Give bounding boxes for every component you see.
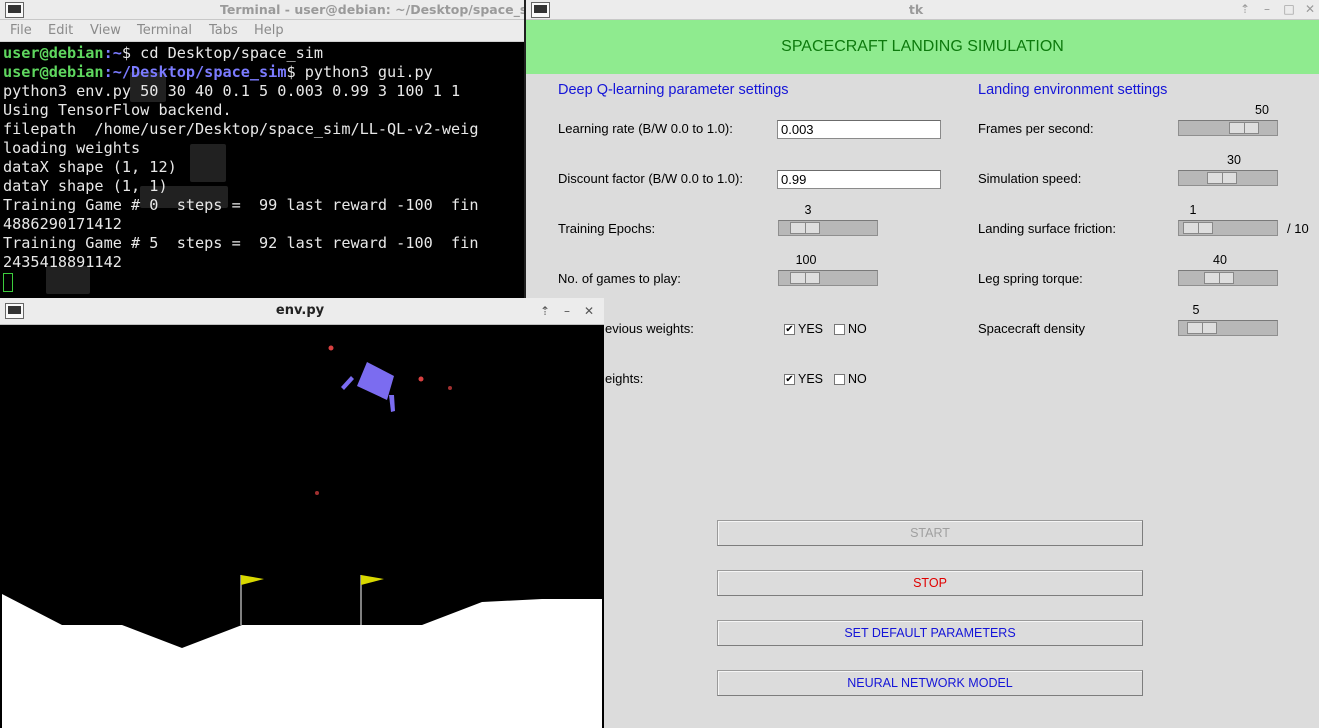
exhaust-particle	[418, 376, 424, 382]
terminal-line: python3 env.py 50 30 40 0.1 5 0.003 0.99…	[3, 82, 461, 100]
terminal-line: dataY shape (1, 1)	[3, 177, 168, 195]
exhaust-particle	[315, 491, 319, 495]
terminal-line: Using TensorFlow backend.	[3, 101, 232, 119]
menu-terminal[interactable]: Terminal	[137, 23, 192, 38]
simulation-speed-label: Simulation speed:	[978, 171, 1082, 186]
spacecraft-density-label: Spacecraft density	[978, 321, 1085, 336]
save-weights-no-checkbox[interactable]	[834, 374, 845, 385]
dql-settings-heading: Deep Q-learning parameter settings	[558, 82, 789, 98]
set-default-parameters-button[interactable]: SET DEFAULT PARAMETERS	[717, 620, 1143, 646]
exhaust-particle	[328, 345, 334, 351]
env-window: env.py ⇡ – ✕	[0, 298, 604, 728]
spacecraft-density-value: 5	[1192, 303, 1200, 317]
load-weights-no-checkbox[interactable]	[834, 324, 845, 335]
discount-factor-label: Discount factor (B/W 0.0 to 1.0):	[558, 171, 743, 186]
terminal-menubar: File Edit View Terminal Tabs Help	[0, 20, 524, 42]
surface-friction-unit: / 10	[1287, 221, 1309, 236]
slider-knob[interactable]	[790, 272, 821, 284]
terminal-line: dataX shape (1, 12)	[3, 158, 177, 176]
neural-network-model-button[interactable]: NEURAL NETWORK MODEL	[717, 670, 1143, 696]
surface-friction-label: Landing surface friction:	[978, 221, 1117, 236]
terminal-titlebar[interactable]: Terminal - user@debian: ~/Desktop/space_…	[0, 0, 524, 20]
start-button[interactable]: START	[717, 520, 1143, 546]
terminal-window-title: Terminal - user@debian: ~/Desktop/space_…	[220, 2, 524, 17]
terminal-line: 4886290171412	[3, 215, 122, 233]
training-epochs-label: Training Epochs:	[558, 221, 656, 236]
simulation-canvas	[2, 325, 602, 728]
load-previous-weights-label: evious weights:	[605, 321, 694, 336]
terminal-output[interactable]: user@debian:~$ cd Desktop/space_sim user…	[0, 42, 524, 300]
restore-icon[interactable]: □	[1281, 1, 1297, 17]
simulation-speed-value: 30	[1227, 153, 1241, 167]
learning-rate-label: Learning rate (B/W 0.0 to 1.0):	[558, 121, 733, 136]
banner-title: SPACECRAFT LANDING SIMULATION	[781, 38, 1064, 55]
maximize-up-icon[interactable]: ⇡	[1237, 1, 1253, 17]
terminal-line: Training Game # 0 steps = 99 last reward…	[3, 196, 479, 214]
maximize-up-icon[interactable]: ⇡	[537, 303, 553, 319]
menu-tabs[interactable]: Tabs	[209, 23, 238, 38]
training-epochs-value: 3	[804, 203, 812, 217]
fps-value: 50	[1255, 103, 1269, 117]
simulation-speed-slider[interactable]	[1178, 170, 1278, 186]
slider-knob[interactable]	[1183, 222, 1214, 234]
leg-spring-torque-slider[interactable]	[1178, 270, 1278, 286]
slider-knob[interactable]	[1228, 122, 1259, 134]
terminal-window-menu-icon[interactable]	[5, 2, 24, 18]
tk-titlebar[interactable]: tk ⇡ – □ ✕	[526, 0, 1319, 20]
surface-friction-slider[interactable]	[1178, 220, 1278, 236]
games-to-play-label: No. of games to play:	[558, 271, 681, 286]
save-weights-yes-label: YES	[798, 372, 824, 386]
terminal-window: Terminal - user@debian: ~/Desktop/space_…	[0, 0, 524, 300]
tk-window-menu-icon[interactable]	[531, 2, 550, 18]
terminal-line-prompt-2: user@debian:~/Desktop/space_sim$ python3…	[3, 63, 433, 81]
terminal-line: 2435418891142	[3, 253, 122, 271]
terminal-line: loading weights	[3, 139, 141, 157]
tk-window-title: tk	[908, 2, 924, 17]
debian-icon-ghost	[190, 144, 226, 182]
surface-friction-value: 1	[1189, 203, 1197, 217]
close-icon[interactable]: ✕	[1302, 1, 1318, 17]
env-window-menu-icon[interactable]	[5, 303, 24, 319]
banner: SPACECRAFT LANDING SIMULATION	[526, 20, 1319, 74]
close-icon[interactable]: ✕	[581, 303, 597, 319]
terminal-cursor	[3, 273, 13, 292]
load-weights-yes-label: YES	[798, 322, 824, 336]
learning-rate-input[interactable]: 0.003	[777, 120, 941, 139]
minimize-icon[interactable]: –	[559, 303, 575, 319]
menu-view[interactable]: View	[90, 23, 121, 38]
stop-button[interactable]: STOP	[717, 570, 1143, 596]
env-settings-heading: Landing environment settings	[978, 82, 1168, 98]
tk-window: tk ⇡ – □ ✕ SPACECRAFT LANDING SIMULATION…	[526, 0, 1319, 728]
games-to-play-value: 100	[795, 253, 817, 267]
discount-factor-input[interactable]: 0.99	[777, 170, 941, 189]
desktop: Terminal - user@debian: ~/Desktop/space_…	[0, 0, 1319, 728]
terminal-line: filepath /home/user/Desktop/space_sim/LL…	[3, 120, 479, 138]
training-epochs-slider[interactable]	[778, 220, 878, 236]
fps-label: Frames per second:	[978, 121, 1094, 136]
save-weights-yes-checkbox[interactable]: ✔	[784, 374, 795, 385]
load-weights-yes-checkbox[interactable]: ✔	[784, 324, 795, 335]
slider-knob[interactable]	[790, 222, 821, 234]
save-weights-label: eights:	[605, 371, 644, 386]
env-titlebar[interactable]: env.py ⇡ – ✕	[0, 298, 604, 325]
menu-file[interactable]: File	[10, 23, 32, 38]
slider-knob[interactable]	[1186, 322, 1217, 334]
env-window-title: env.py	[275, 303, 325, 318]
load-weights-no-label: NO	[848, 322, 867, 336]
slider-knob[interactable]	[1203, 272, 1234, 284]
terminal-line-prompt-1: user@debian:~$ cd Desktop/space_sim	[3, 44, 324, 62]
save-weights-no-label: NO	[848, 372, 867, 386]
fps-slider[interactable]	[1178, 120, 1278, 136]
minimize-icon[interactable]: –	[1259, 1, 1275, 17]
slider-knob[interactable]	[1207, 172, 1238, 184]
leg-spring-torque-label: Leg spring torque:	[978, 271, 1083, 286]
menu-edit[interactable]: Edit	[48, 23, 73, 38]
games-to-play-slider[interactable]	[778, 270, 878, 286]
menu-help[interactable]: Help	[254, 23, 284, 38]
terminal-line: Training Game # 5 steps = 92 last reward…	[3, 234, 479, 252]
leg-spring-torque-value: 40	[1213, 253, 1227, 267]
exhaust-particle	[448, 386, 452, 390]
spacecraft-density-slider[interactable]	[1178, 320, 1278, 336]
